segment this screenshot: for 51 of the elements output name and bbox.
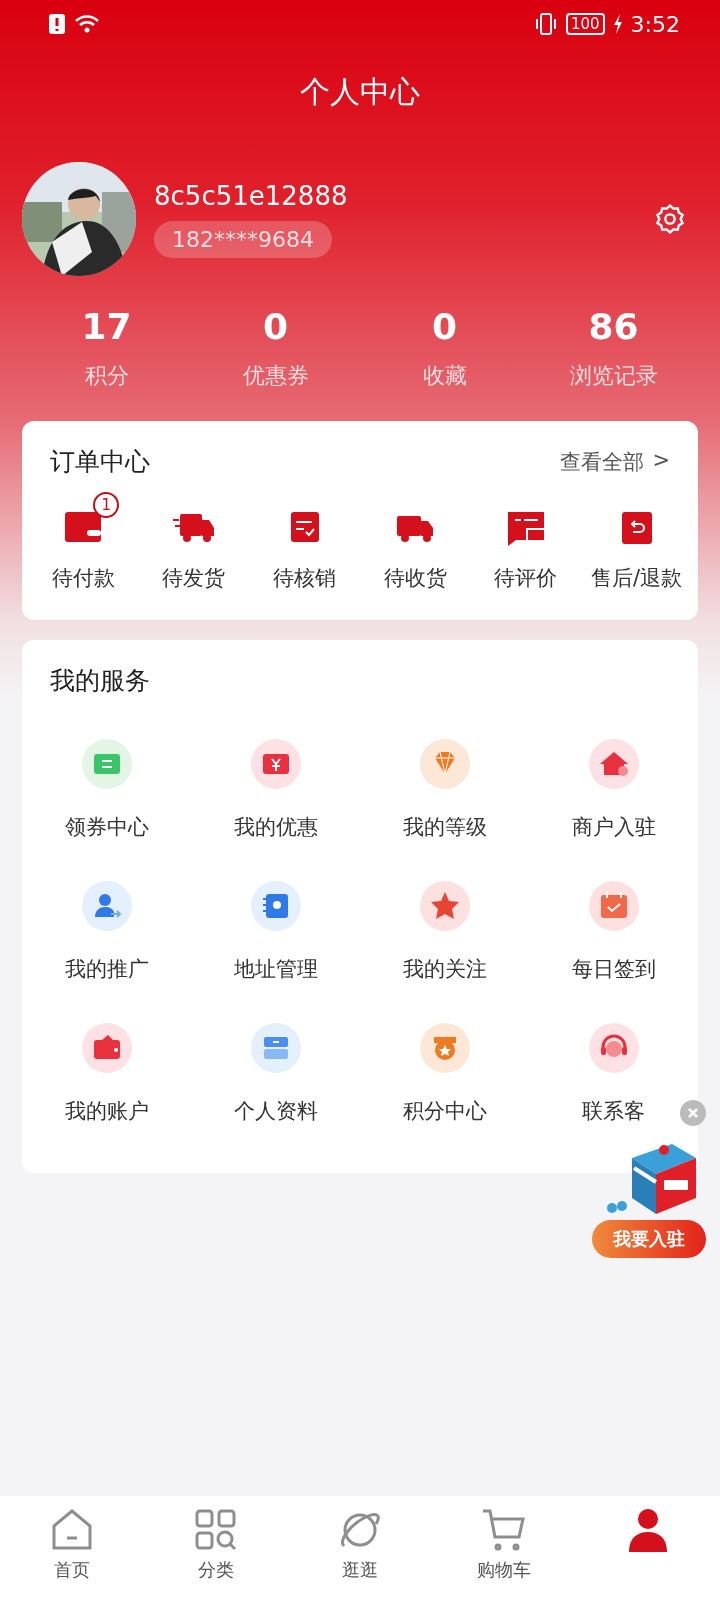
medal-icon[interactable] (419, 1023, 470, 1073)
order-status-label[interactable]: 待核销 (273, 564, 337, 592)
tab-label[interactable]: 分类 (198, 1558, 234, 1582)
alert-icon (48, 13, 66, 35)
service-label[interactable]: 每日签到 (571, 955, 656, 983)
count-badge: 1 (93, 492, 120, 518)
person-share-icon[interactable] (81, 881, 132, 931)
service-label[interactable]: 我的账户 (64, 1097, 149, 1125)
stat-value[interactable]: 0 (262, 306, 289, 347)
page-title: 个人中心 (299, 73, 421, 111)
service-label[interactable]: 个人资料 (233, 1097, 318, 1125)
calendar-check-icon[interactable] (588, 881, 639, 931)
tab-label[interactable]: 逛逛 (342, 1558, 378, 1582)
settings-icon[interactable] (654, 203, 686, 235)
headset-icon[interactable] (588, 1023, 639, 1073)
battery-level: 100 (565, 13, 605, 35)
stat-value[interactable]: 0 (431, 306, 458, 347)
view-all-link[interactable]: 查看全部 > (560, 447, 670, 476)
service-label[interactable]: 联系客 (582, 1097, 645, 1125)
service-label[interactable]: 地址管理 (233, 955, 318, 983)
order-status-label[interactable]: 待收货 (383, 564, 447, 592)
house-icon[interactable] (588, 739, 639, 789)
stat-value[interactable]: 86 (588, 306, 639, 347)
service-label[interactable]: 我的等级 (402, 813, 487, 841)
service-label[interactable]: 我的关注 (402, 955, 487, 983)
tab-label[interactable]: 购物车 (477, 1558, 531, 1582)
ticket-icon[interactable] (81, 739, 132, 789)
vibrate-icon (533, 12, 558, 36)
stat-value[interactable]: 17 (81, 306, 132, 347)
coupon-icon[interactable] (250, 739, 301, 789)
address-book-icon[interactable] (250, 881, 301, 931)
order-status-label[interactable]: 待评价 (494, 564, 558, 592)
service-label[interactable]: 我的推广 (64, 955, 149, 983)
order-status-label[interactable]: 待付款 (51, 564, 115, 592)
join-button[interactable]: 我要入驻 (592, 1220, 706, 1258)
wifi-icon (74, 13, 100, 35)
service-label[interactable]: 领券中心 (64, 813, 149, 841)
username: 8c5c51e12888 (154, 180, 348, 211)
service-label[interactable]: 积分中心 (402, 1097, 487, 1125)
section-title: 我的服务 (50, 665, 150, 697)
clock-time: 3:52 (630, 11, 680, 37)
service-label[interactable]: 我的优惠 (233, 813, 318, 841)
tab-label[interactable]: 首页 (54, 1558, 90, 1582)
service-label[interactable]: 商户入驻 (571, 813, 656, 841)
phone-number: 182****9684 (154, 220, 332, 258)
drawer-icon[interactable] (250, 1023, 301, 1073)
order-status-label[interactable]: 售后/退款 (591, 564, 683, 592)
section-title: 订单中心 (50, 446, 150, 478)
charging-icon (612, 14, 623, 34)
wallet-icon[interactable] (81, 1023, 132, 1073)
order-status-label[interactable]: 待发货 (162, 564, 226, 592)
